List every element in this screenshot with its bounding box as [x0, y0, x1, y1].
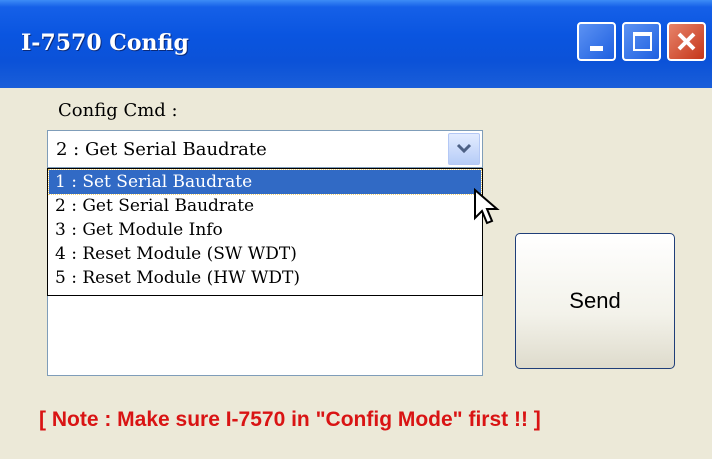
mouse-pointer-icon	[474, 188, 500, 225]
minimize-icon	[590, 46, 603, 51]
dropdown-option-3[interactable]: 3 : Get Module Info	[49, 218, 481, 242]
config-cmd-dropdown-list: 1 : Set Serial Baudrate 2 : Get Serial B…	[47, 168, 483, 296]
title-bar[interactable]: I-7570 Config	[0, 0, 712, 88]
config-mode-note: [ Note : Make sure I-7570 in "Config Mod…	[39, 408, 541, 431]
maximize-icon	[633, 32, 652, 51]
close-button[interactable]	[667, 22, 706, 61]
dropdown-option-5[interactable]: 5 : Reset Module (HW WDT)	[49, 266, 481, 290]
chevron-down-icon	[456, 143, 472, 154]
config-cmd-label: Config Cmd :	[58, 100, 178, 121]
send-button-label: Send	[569, 288, 621, 313]
config-cmd-select[interactable]: 2 : Get Serial Baudrate	[47, 130, 483, 168]
config-cmd-selected-value: 2 : Get Serial Baudrate	[56, 139, 267, 160]
close-icon	[677, 32, 696, 51]
dropdown-option-2[interactable]: 2 : Get Serial Baudrate	[49, 194, 481, 218]
minimize-button[interactable]	[577, 22, 616, 61]
window-title: I-7570 Config	[21, 30, 189, 56]
dropdown-toggle[interactable]	[448, 133, 480, 165]
dropdown-option-4[interactable]: 4 : Reset Module (SW WDT)	[49, 242, 481, 266]
config-window: I-7570 Config Config Cmd : 2 : Get Seria…	[0, 0, 712, 459]
send-button[interactable]: Send	[515, 233, 675, 369]
dropdown-option-1[interactable]: 1 : Set Serial Baudrate	[48, 169, 482, 195]
maximize-button[interactable]	[622, 22, 661, 61]
output-listbox[interactable]	[47, 296, 483, 376]
